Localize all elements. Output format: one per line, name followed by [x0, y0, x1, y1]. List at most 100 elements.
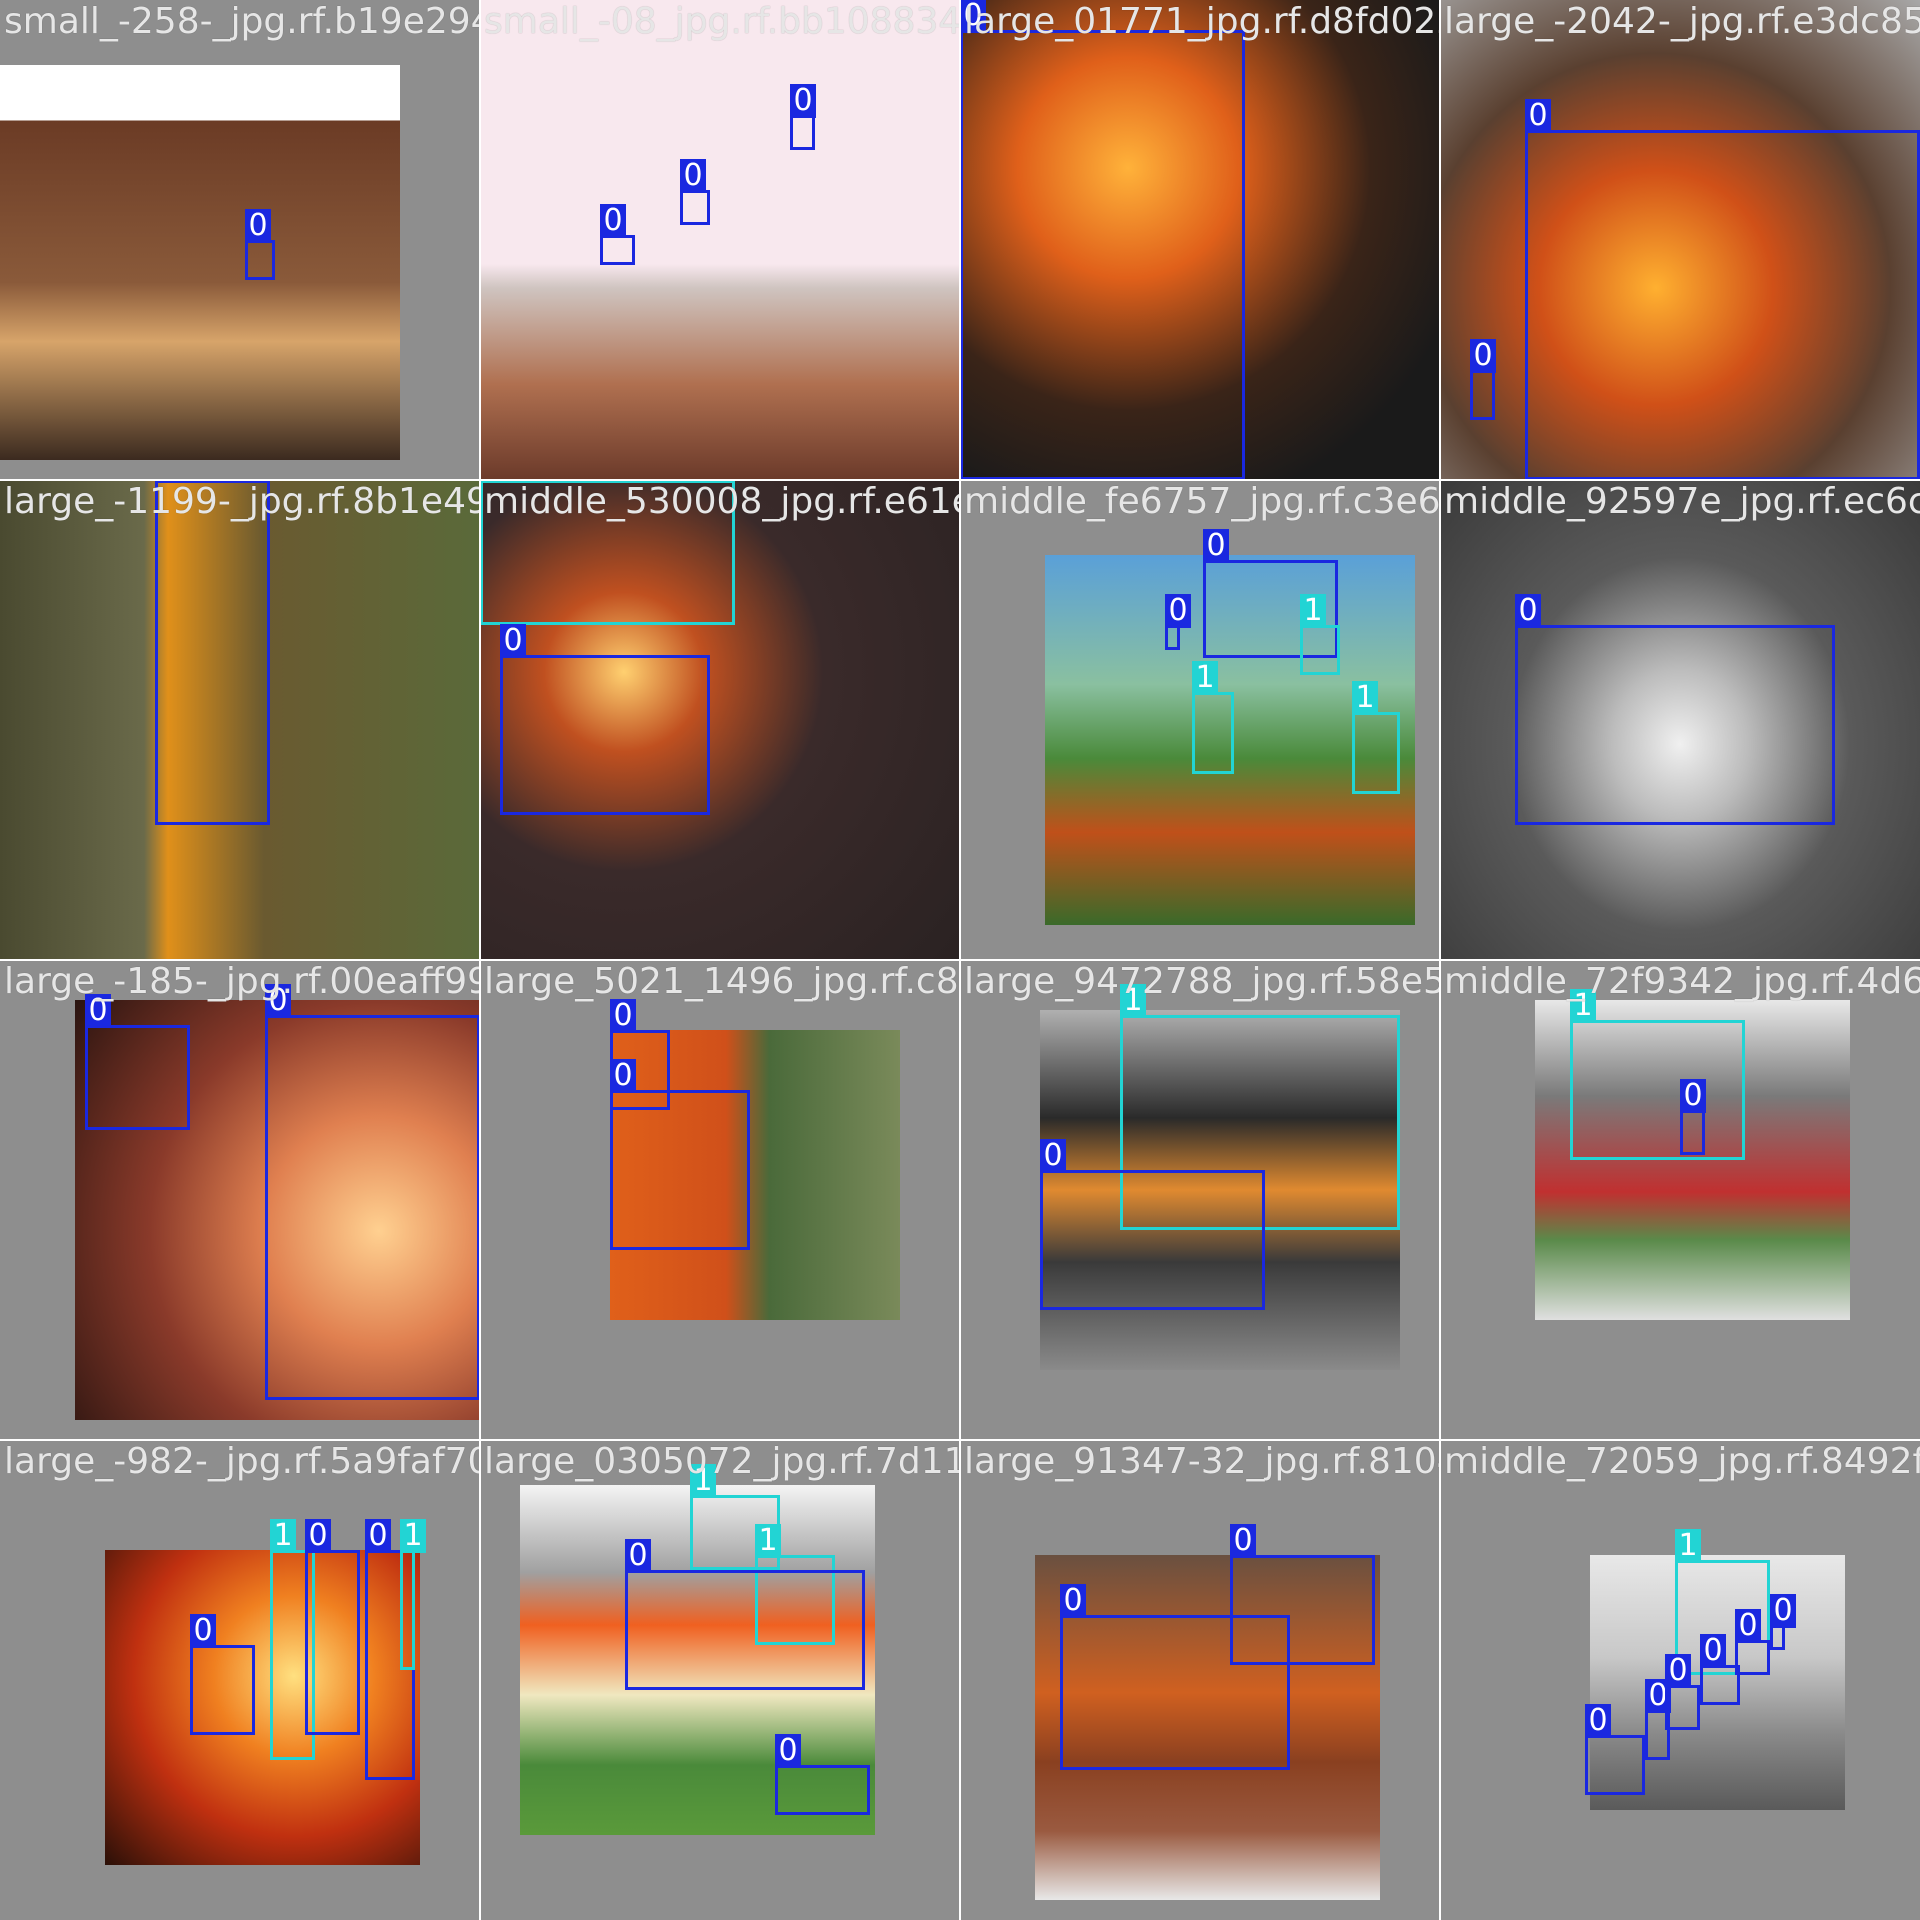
class-label: 1	[1192, 661, 1218, 695]
bounding-box: 0	[1680, 1079, 1706, 1155]
mosaic-tile: 0 0 0 small_-08_jpg.rf.bb108834f9	[480, 0, 960, 480]
bounding-box: 0	[1515, 594, 1835, 825]
class-label: 0	[790, 84, 816, 118]
mosaic-tile: 1 0 large_9472788_jpg.rf.58e5e0af0	[960, 960, 1440, 1440]
class-label: 1	[1675, 1529, 1701, 1563]
tile-filename: small_-258-_jpg.rf.b19e294f	[4, 1, 480, 42]
bounding-box: 0	[1735, 1609, 1770, 1675]
class-label: 0	[1515, 594, 1541, 628]
mosaic-tile: 0 large_01771_jpg.rf.d8fd0228	[960, 0, 1440, 480]
class-label: 0	[960, 0, 986, 33]
mosaic-tile: 0 0 large_-2042-_jpg.rf.e3dc85b	[1440, 0, 1920, 480]
tile-filename: middle_fe6757_jpg.rf.c3e623	[964, 481, 1440, 522]
tile-filename: large_-982-_jpg.rf.5a9faf70fe	[4, 1441, 480, 1482]
class-label: 0	[265, 984, 291, 1018]
class-label: 1	[755, 1524, 781, 1558]
bounding-box: 0	[1040, 1139, 1265, 1310]
tile-filename: middle_72059_jpg.rf.8492f0	[1444, 1441, 1920, 1482]
class-label: 0	[1203, 529, 1229, 563]
class-label: 0	[1585, 1704, 1611, 1738]
mosaic-tile: 1 0 middle_72f9342_jpg.rf.4d69ce	[1440, 960, 1920, 1440]
bounding-box: 0	[190, 1614, 255, 1735]
class-label: 1	[1352, 681, 1378, 715]
bounding-box: 1	[480, 480, 735, 625]
tile-filename: large_-185-_jpg.rf.00eaff99d	[4, 961, 480, 1002]
tile-filename: large_5021_1496_jpg.rf.c87f57d0	[484, 961, 960, 1002]
bounding-box: 0	[265, 984, 480, 1400]
bounding-box: 0	[960, 0, 1245, 480]
class-label: 0	[610, 1059, 636, 1093]
mosaic-tile: 1 1 0 0 large_0305072_jpg.rf.7d11ceb	[480, 1440, 960, 1920]
bounding-box: 1	[1352, 681, 1400, 794]
bounding-box: 0	[680, 159, 710, 225]
class-label: 0	[1665, 1654, 1691, 1688]
bounding-box: 0	[775, 1734, 870, 1815]
class-label: 0	[610, 999, 636, 1033]
bounding-box: 0	[85, 994, 190, 1130]
class-label: 0	[1470, 339, 1496, 373]
bounding-box: 0	[1060, 1584, 1290, 1770]
bounding-box: 0	[155, 480, 270, 825]
bounding-box: 0	[1165, 594, 1191, 650]
mosaic-tile: 0 small_-258-_jpg.rf.b19e294f	[0, 0, 480, 480]
mosaic-tile: 0 0 1 1 1 middle_fe6757_jpg.rf.c3e623	[960, 480, 1440, 960]
class-label: 0	[1230, 1524, 1256, 1558]
bounding-box: 0	[1585, 1704, 1645, 1795]
bounding-box: 1	[400, 1519, 426, 1670]
class-label: 0	[1525, 99, 1551, 133]
mosaic-tile: 00large_5021_1496_jpg.rf.c87f57d0	[480, 960, 960, 1440]
class-label: 1	[400, 1519, 426, 1553]
class-label: 0	[1040, 1139, 1066, 1173]
grid-separator	[0, 1439, 1920, 1441]
class-label: 0	[1700, 1634, 1726, 1668]
mosaic-tile: 0middle_92597e_jpg.rf.ec6c39	[1440, 480, 1920, 960]
tile-filename: middle_72f9342_jpg.rf.4d69ce	[1444, 961, 1920, 1002]
mosaic-tile: 1 0 0 0 0 0 0 middle_72059_jpg.rf.8492f0	[1440, 1440, 1920, 1920]
bounding-box: 0	[1700, 1634, 1740, 1705]
bounding-box: 1	[1300, 594, 1340, 675]
mosaic-tile: 0 0 large_91347-32_jpg.rf.8104d3a	[960, 1440, 1440, 1920]
mosaic-tile: 0large_-1199-_jpg.rf.8b1e495	[0, 480, 480, 960]
tile-photo	[480, 0, 960, 480]
tile-filename: large_9472788_jpg.rf.58e5e0af0	[964, 961, 1440, 1002]
tile-filename: large_91347-32_jpg.rf.8104d3a	[964, 1441, 1440, 1482]
bounding-box: 0	[1525, 99, 1920, 480]
bounding-box: 0	[610, 1059, 750, 1250]
grid-separator	[0, 959, 1920, 961]
detection-mosaic: 0 small_-258-_jpg.rf.b19e294f 0 0 0 small_-08…	[0, 0, 1920, 1920]
bounding-box: 0	[600, 204, 635, 265]
bounding-box: 0	[500, 624, 710, 815]
grid-separator	[1439, 0, 1441, 1920]
tile-filename: large_0305072_jpg.rf.7d11ceb	[484, 1441, 960, 1482]
bounding-box: 0	[790, 84, 816, 150]
class-label: 1	[1570, 989, 1596, 1023]
class-label: 1	[270, 1519, 296, 1553]
mosaic-tile: 10middle_530008_jpg.rf.e61e03	[480, 480, 960, 960]
class-label: 0	[85, 994, 111, 1028]
bounding-box: 1	[1570, 989, 1745, 1160]
mosaic-tile: 1 0 0 1 0 large_-982-_jpg.rf.5a9faf70fe	[0, 1440, 480, 1920]
bounding-box: 1	[1192, 661, 1234, 774]
class-label: 0	[1735, 1609, 1761, 1643]
mosaic-tile: 0 0 large_-185-_jpg.rf.00eaff99d	[0, 960, 480, 1440]
class-label: 0	[1060, 1584, 1086, 1618]
bounding-box: 0	[305, 1519, 360, 1735]
class-label: 0	[245, 209, 271, 243]
class-label: 0	[190, 1614, 216, 1648]
tile-photo	[0, 65, 400, 460]
bounding-box: 0	[1470, 339, 1496, 420]
class-label: 0	[1770, 1594, 1796, 1628]
class-label: 0	[680, 159, 706, 193]
class-label: 0	[500, 624, 526, 658]
class-label: 0	[625, 1539, 651, 1573]
class-label: 0	[365, 1519, 391, 1553]
class-label: 0	[775, 1734, 801, 1768]
bounding-box: 0	[245, 209, 275, 280]
bounding-box: 0	[625, 1539, 865, 1690]
class-label: 0	[600, 204, 626, 238]
bounding-box: 0	[1665, 1654, 1700, 1730]
class-label: 0	[1165, 594, 1191, 628]
class-label: 1	[1120, 984, 1146, 1018]
class-label: 0	[305, 1519, 331, 1553]
bounding-box: 0	[1770, 1594, 1796, 1650]
